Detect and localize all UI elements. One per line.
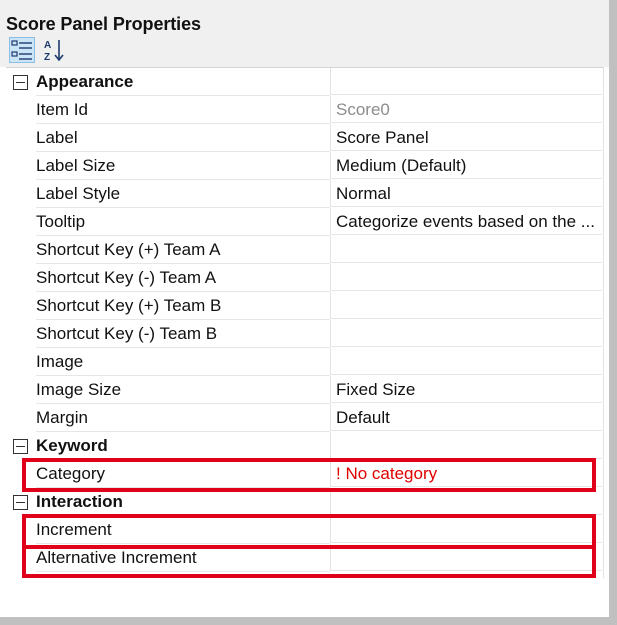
- property-name: Shortcut Key (-) Team A: [36, 264, 330, 292]
- property-name: Image: [36, 348, 330, 376]
- collapse-icon[interactable]: [13, 439, 28, 454]
- property-row-image-size[interactable]: Image Size Fixed Size: [6, 376, 603, 404]
- property-name: Shortcut Key (+) Team B: [36, 292, 330, 320]
- panel-header: Score Panel Properties A Z: [0, 0, 609, 67]
- property-name: Shortcut Key (+) Team A: [36, 236, 330, 264]
- property-row-label-style[interactable]: Label Style Normal: [6, 180, 603, 208]
- property-value[interactable]: Normal: [330, 180, 602, 207]
- category-value-cell: [330, 432, 602, 459]
- collapse-icon[interactable]: [13, 495, 28, 510]
- property-value[interactable]: [330, 348, 602, 375]
- property-value[interactable]: [330, 292, 602, 319]
- property-row-label[interactable]: Label Score Panel: [6, 124, 603, 152]
- property-row-image[interactable]: Image: [6, 348, 603, 376]
- property-grid: Appearance Item Id Score0 Label Score Pa…: [6, 67, 604, 578]
- category-value-cell: [330, 68, 602, 95]
- highlight-alternative-increment-row: [22, 545, 596, 578]
- svg-text:A: A: [44, 40, 51, 51]
- sort-az-icon: A Z: [44, 40, 64, 63]
- property-name: Margin: [36, 404, 330, 432]
- property-row-label-size[interactable]: Label Size Medium (Default): [6, 152, 603, 180]
- property-row-shortcut-plus-team-a[interactable]: Shortcut Key (+) Team A: [6, 236, 603, 264]
- property-name: Label Size: [36, 152, 330, 180]
- properties-panel: Score Panel Properties A Z Appearance It…: [0, 0, 617, 625]
- property-name: Shortcut Key (-) Team B: [36, 320, 330, 348]
- property-name: Label: [36, 124, 330, 152]
- property-row-margin[interactable]: Margin Default: [6, 404, 603, 432]
- svg-text:Z: Z: [44, 52, 50, 63]
- panel-title: Score Panel Properties: [6, 14, 201, 34]
- categorized-view-button[interactable]: [9, 37, 35, 63]
- category-label: Keyword: [36, 432, 330, 460]
- category-keyword[interactable]: Keyword: [6, 432, 603, 460]
- property-name: Tooltip: [36, 208, 330, 236]
- category-value-cell: [330, 488, 602, 515]
- property-value[interactable]: [330, 236, 602, 263]
- collapse-icon[interactable]: [13, 75, 28, 90]
- property-value[interactable]: [330, 320, 602, 347]
- property-name: Label Style: [36, 180, 330, 208]
- highlight-category-row: [22, 458, 596, 492]
- property-value[interactable]: Medium (Default): [330, 152, 602, 179]
- property-value[interactable]: Score Panel: [330, 124, 602, 151]
- property-name: Item Id: [36, 96, 330, 124]
- category-interaction[interactable]: Interaction: [6, 488, 603, 516]
- property-value[interactable]: Score0: [330, 96, 602, 123]
- property-value[interactable]: [330, 264, 602, 291]
- property-value[interactable]: Categorize events based on the ...: [330, 208, 602, 235]
- property-value[interactable]: Fixed Size: [330, 376, 602, 403]
- property-row-shortcut-minus-team-b[interactable]: Shortcut Key (-) Team B: [6, 320, 603, 348]
- alphabetical-sort-button[interactable]: A Z: [41, 37, 67, 63]
- property-row-item-id[interactable]: Item Id Score0: [6, 96, 603, 124]
- property-row-shortcut-plus-team-b[interactable]: Shortcut Key (+) Team B: [6, 292, 603, 320]
- highlight-increment-row: [22, 514, 596, 549]
- property-row-tooltip[interactable]: Tooltip Categorize events based on the .…: [6, 208, 603, 236]
- property-name: Image Size: [36, 376, 330, 404]
- property-row-shortcut-minus-team-a[interactable]: Shortcut Key (-) Team A: [6, 264, 603, 292]
- category-label: Appearance: [36, 68, 330, 96]
- categorized-view-icon: [11, 40, 32, 60]
- category-label: Interaction: [36, 488, 330, 516]
- property-value[interactable]: Default: [330, 404, 602, 431]
- category-appearance[interactable]: Appearance: [6, 68, 603, 96]
